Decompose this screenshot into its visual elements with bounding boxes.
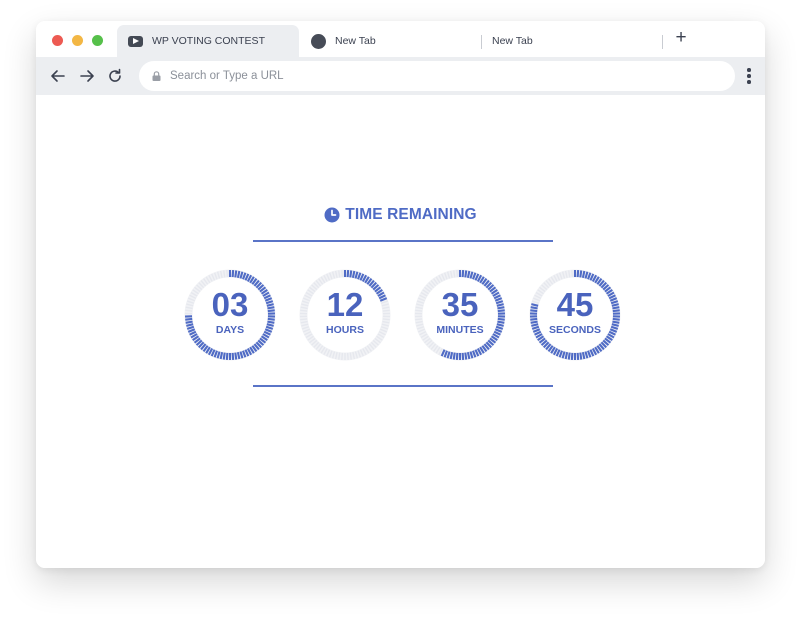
ring-tick-filled xyxy=(567,352,571,360)
globe-icon xyxy=(311,33,326,49)
divider-line xyxy=(253,240,553,242)
timer-label: HOURS xyxy=(326,324,364,336)
countdown-title-text: TIME REMAINING xyxy=(345,206,477,223)
ring-tick-empty xyxy=(568,270,571,278)
ring-tick-filled xyxy=(579,270,583,278)
ring-tick-empty xyxy=(349,352,352,360)
ring-tick-filled xyxy=(579,352,583,360)
ring-tick-filled xyxy=(564,351,569,360)
tab-label: New Tab xyxy=(492,35,533,47)
ring-tick-filled xyxy=(581,270,586,279)
timer-minutes: 35 MINUTES xyxy=(412,267,508,363)
ring-tick-filled xyxy=(234,352,238,360)
browser-toolbar xyxy=(36,57,765,95)
tab-strip: WP VOTING CONTEST New Tab New Tab + xyxy=(36,21,765,57)
forward-arrow-icon[interactable] xyxy=(78,67,96,85)
ring-tick-filled xyxy=(234,270,238,278)
ring-tick-filled xyxy=(466,270,471,279)
ring-tick-empty xyxy=(338,270,341,278)
url-input[interactable] xyxy=(170,70,710,82)
tab-new-tab-2[interactable]: New Tab xyxy=(484,25,662,57)
timer-hours: 12 HOURS xyxy=(297,267,393,363)
close-window-button[interactable] xyxy=(52,35,63,46)
back-arrow-icon[interactable] xyxy=(49,67,67,85)
clock-icon xyxy=(324,207,340,223)
ring-tick-empty xyxy=(223,270,226,278)
divider-line xyxy=(253,385,553,387)
tab-wp-voting-contest[interactable]: WP VOTING CONTEST xyxy=(117,25,299,57)
kebab-menu-icon[interactable] xyxy=(745,68,753,86)
timer-value: 35 xyxy=(441,286,479,323)
countdown-title: TIME REMAINING xyxy=(36,206,765,224)
timer-seconds: 45 SECONDS xyxy=(527,267,623,363)
ring-tick-filled xyxy=(449,351,454,360)
ring-tick-filled xyxy=(349,270,353,278)
ring-tick-filled xyxy=(219,351,224,360)
reload-icon[interactable] xyxy=(106,67,124,85)
tab-new-tab[interactable]: New Tab xyxy=(306,25,481,57)
tab-divider xyxy=(481,35,482,49)
new-tab-button[interactable]: + xyxy=(672,28,690,47)
timer-value: 12 xyxy=(326,286,364,323)
lock-icon xyxy=(152,71,161,81)
ring-tick-empty xyxy=(453,270,456,278)
timer-label: SECONDS xyxy=(549,324,601,336)
ring-tick-filled xyxy=(452,352,456,360)
ring-tick-filled xyxy=(222,352,226,360)
tab-divider xyxy=(662,35,663,49)
timer-value: 03 xyxy=(211,286,249,323)
address-bar[interactable] xyxy=(139,61,735,91)
tab-label: WP VOTING CONTEST xyxy=(152,35,265,47)
ring-tick-filled xyxy=(581,351,586,360)
timer-label: DAYS xyxy=(215,324,245,336)
browser-window: WP VOTING CONTEST New Tab New Tab + Sear… xyxy=(36,21,765,568)
tab-label: New Tab xyxy=(335,35,376,47)
maximize-window-button[interactable] xyxy=(92,35,103,46)
timer-value: 45 xyxy=(556,286,594,323)
timer-days: 03 DAYS xyxy=(182,267,278,363)
ring-tick-filled xyxy=(351,270,356,279)
ring-tick-filled xyxy=(466,351,471,360)
ring-tick-filled xyxy=(236,351,241,360)
minimize-window-button[interactable] xyxy=(72,35,83,46)
ring-tick-empty xyxy=(338,352,341,360)
timer-label: MINUTES xyxy=(436,324,484,336)
youtube-icon xyxy=(128,35,143,47)
page-content: TIME REMAINING 03 DAYS 12 HOURS 35 MINUT… xyxy=(36,95,765,568)
ring-tick-filled xyxy=(464,270,468,278)
ring-tick-filled xyxy=(236,270,241,279)
ring-tick-filled xyxy=(464,352,468,360)
